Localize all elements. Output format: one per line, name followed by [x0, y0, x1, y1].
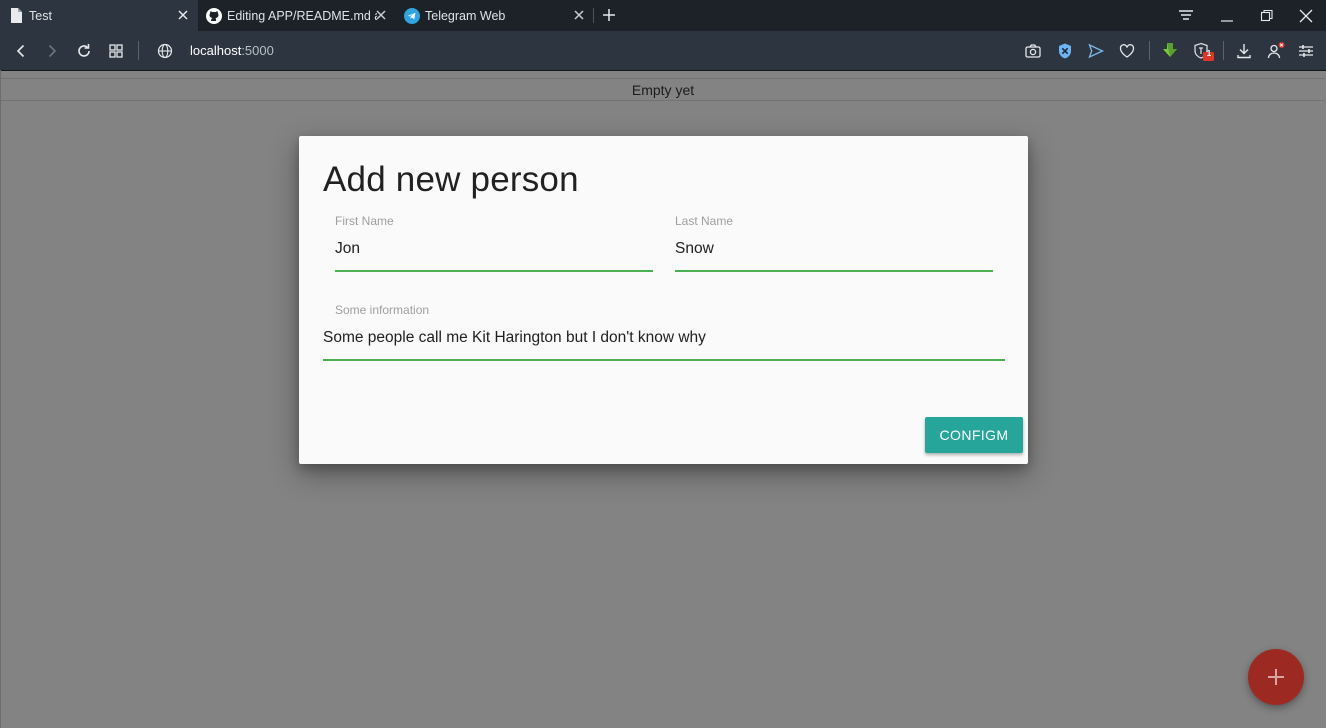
url-port: :5000 [241, 43, 274, 58]
back-icon[interactable] [12, 42, 30, 60]
tab-label: Editing APP/README.md at [227, 8, 377, 23]
browser-tab-strip: Test Editing APP/README.md at Telegram W… [0, 0, 1326, 31]
shield-blocker-icon[interactable] [1056, 42, 1074, 60]
toolbar-divider [138, 41, 139, 60]
close-window-icon[interactable] [1298, 8, 1314, 24]
info-field: Some information [323, 303, 1005, 361]
github-icon [206, 7, 222, 24]
first-name-field: First Name [335, 214, 653, 272]
page-edge [0, 70, 1, 728]
minimize-icon[interactable] [1219, 8, 1235, 24]
tab-separator [593, 8, 594, 23]
page-header-bar: Empty yet [1, 78, 1325, 101]
plus-icon [1266, 667, 1286, 687]
forward-icon[interactable] [43, 42, 61, 60]
add-person-fab[interactable] [1248, 649, 1304, 705]
info-label: Some information [335, 303, 430, 317]
first-name-input[interactable] [335, 240, 653, 272]
send-icon[interactable] [1087, 42, 1105, 60]
close-tab-icon[interactable] [176, 8, 190, 22]
url-host: localhost [190, 43, 242, 58]
tab-telegram[interactable]: Telegram Web [396, 0, 594, 31]
close-tab-icon[interactable] [572, 8, 586, 22]
tab-label: Test [29, 8, 52, 23]
toolbar-divider [1223, 41, 1224, 60]
empty-state-text: Empty yet [631, 82, 695, 98]
restore-window-icon[interactable] [1259, 8, 1275, 24]
tab-github[interactable]: Editing APP/README.md at [198, 0, 396, 31]
settings-sliders-icon[interactable] [1297, 42, 1315, 60]
extension-shield-icon[interactable]: 1 [1193, 42, 1214, 61]
extension-badge-count: 1 [1206, 49, 1212, 58]
tab-label: Telegram Web [425, 8, 506, 23]
download-manager-extension-icon[interactable] [1161, 42, 1179, 60]
speed-dial-grid-icon[interactable] [107, 42, 125, 60]
last-name-label: Last Name [675, 214, 734, 228]
tab-menu-icon[interactable] [1178, 8, 1194, 24]
address-field[interactable]: localhost:5000 [190, 43, 274, 58]
document-icon [8, 8, 24, 24]
profile-icon[interactable] [1266, 42, 1285, 60]
info-input[interactable] [323, 329, 1005, 361]
downloads-icon[interactable] [1235, 42, 1253, 60]
first-name-label: First Name [335, 214, 394, 228]
heart-icon[interactable] [1118, 42, 1136, 60]
new-tab-plus-icon[interactable] [601, 7, 617, 23]
telegram-icon [404, 7, 420, 24]
confirm-button[interactable]: CONFIGM [925, 417, 1023, 453]
last-name-input[interactable] [675, 240, 993, 272]
last-name-field: Last Name [675, 214, 993, 272]
reload-icon[interactable] [75, 42, 93, 60]
browser-toolbar: localhost:5000 1 [0, 31, 1326, 71]
toolbar-divider [1149, 41, 1150, 60]
camera-snapshot-icon[interactable] [1024, 42, 1042, 60]
dialog-title: Add new person [323, 160, 579, 199]
add-person-dialog: Add new person First Name Last Name Some… [299, 136, 1028, 464]
globe-icon[interactable] [156, 42, 174, 60]
close-tab-icon[interactable] [374, 8, 388, 22]
tab-test[interactable]: Test [0, 0, 198, 31]
